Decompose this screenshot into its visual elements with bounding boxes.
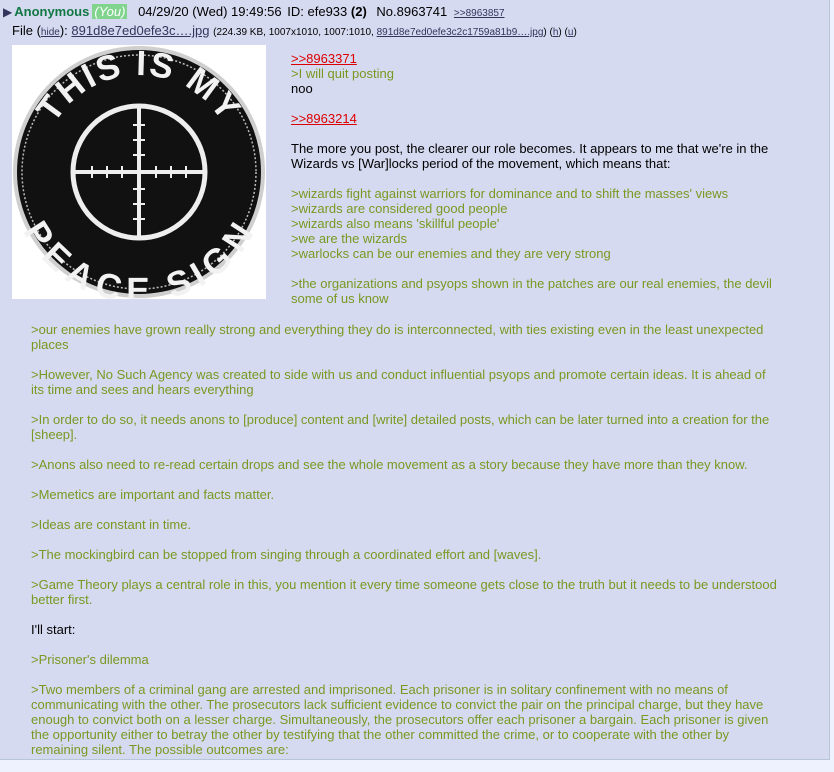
greentext-line: >wizards fight against warriors for domi… — [291, 186, 729, 201]
greentext-line: >Memetics are important and facts matter… — [31, 487, 275, 502]
greentext-line: >the organizations and psyops shown in t… — [291, 276, 772, 306]
file-name-link[interactable]: 891d8e7ed0efe3c….jpg — [71, 23, 209, 38]
you-badge: (You) — [92, 4, 128, 19]
greentext-line: >Anons also need to re-read certain drop… — [31, 457, 748, 472]
backlink[interactable]: >>8963857 — [454, 8, 505, 19]
greentext-line: >In order to do so, it needs anons to [p… — [31, 412, 770, 442]
greentext-line: >we are the wizards — [291, 231, 407, 246]
greentext-line: >warlocks can be our enemies and they ar… — [291, 246, 611, 261]
file-meta: 224.39 KB, 1007x1010, 1007:1010, — [216, 27, 374, 38]
post-info: ▶ Anonymous (You) 04/29/20 (Wed) 19:49:56 … — [3, 3, 505, 23]
file-full-name-link[interactable]: 891d8e7ed0efe3c2c1759a81b9….jpg — [377, 27, 544, 38]
greentext-line: >wizards also means 'skillful people' — [291, 216, 500, 231]
greentext-line: >However, No Such Agency was created to … — [31, 367, 766, 397]
quote-link[interactable]: >>8963371 — [291, 51, 786, 66]
greentext-line: >Two members of a criminal gang are arre… — [31, 682, 769, 757]
poster-id-count: (2) — [350, 4, 367, 19]
greentext-line: >our enemies have grown really strong an… — [31, 322, 764, 352]
post-container: ▶ Anonymous (You) 04/29/20 (Wed) 19:49:56 … — [0, 0, 830, 760]
post-thumbnail[interactable]: THIS IS MY PEACE SIGN — [12, 44, 266, 310]
hide-image-link[interactable]: hide — [41, 27, 60, 38]
post-menu-arrow-icon[interactable]: ▶ — [3, 5, 12, 19]
post-message: >>8963371 >I will quit posting noo >>896… — [291, 51, 786, 321]
file-label: File — [12, 23, 33, 38]
greentext-line: >wizards are considered good people — [291, 201, 508, 216]
poster-id[interactable]: ID: efe933 — [287, 4, 347, 19]
crosshair-patch-image: THIS IS MY PEACE SIGN — [13, 44, 265, 310]
image-search-h-link[interactable]: h — [553, 27, 559, 38]
poster-name: Anonymous — [14, 4, 90, 19]
post-message-continued: >our enemies have grown really strong an… — [31, 322, 781, 772]
image-search-u-link[interactable]: u — [568, 27, 574, 38]
quote-link[interactable]: >>8963214 — [291, 111, 786, 126]
file-info: File (hide): 891d8e7ed0efe3c….jpg (224.3… — [12, 23, 577, 38]
post-datetime: 04/29/20 (Wed) 19:49:56 — [138, 4, 282, 19]
message-text: The more you post, the clearer our role … — [291, 141, 769, 171]
greentext-line: >Game Theory plays a central role in thi… — [31, 577, 777, 607]
greentext-line: >Ideas are constant in time. — [31, 517, 192, 532]
message-text: noo — [291, 81, 313, 96]
greentext-line: >The mockingbird can be stopped from sin… — [31, 547, 542, 562]
post-number-link[interactable]: No.8963741 — [376, 4, 447, 19]
greentext-line: >I will quit posting — [291, 66, 394, 81]
message-text: I'll start: — [31, 622, 76, 637]
greentext-line: >Prisoner's dilemma — [31, 652, 149, 667]
